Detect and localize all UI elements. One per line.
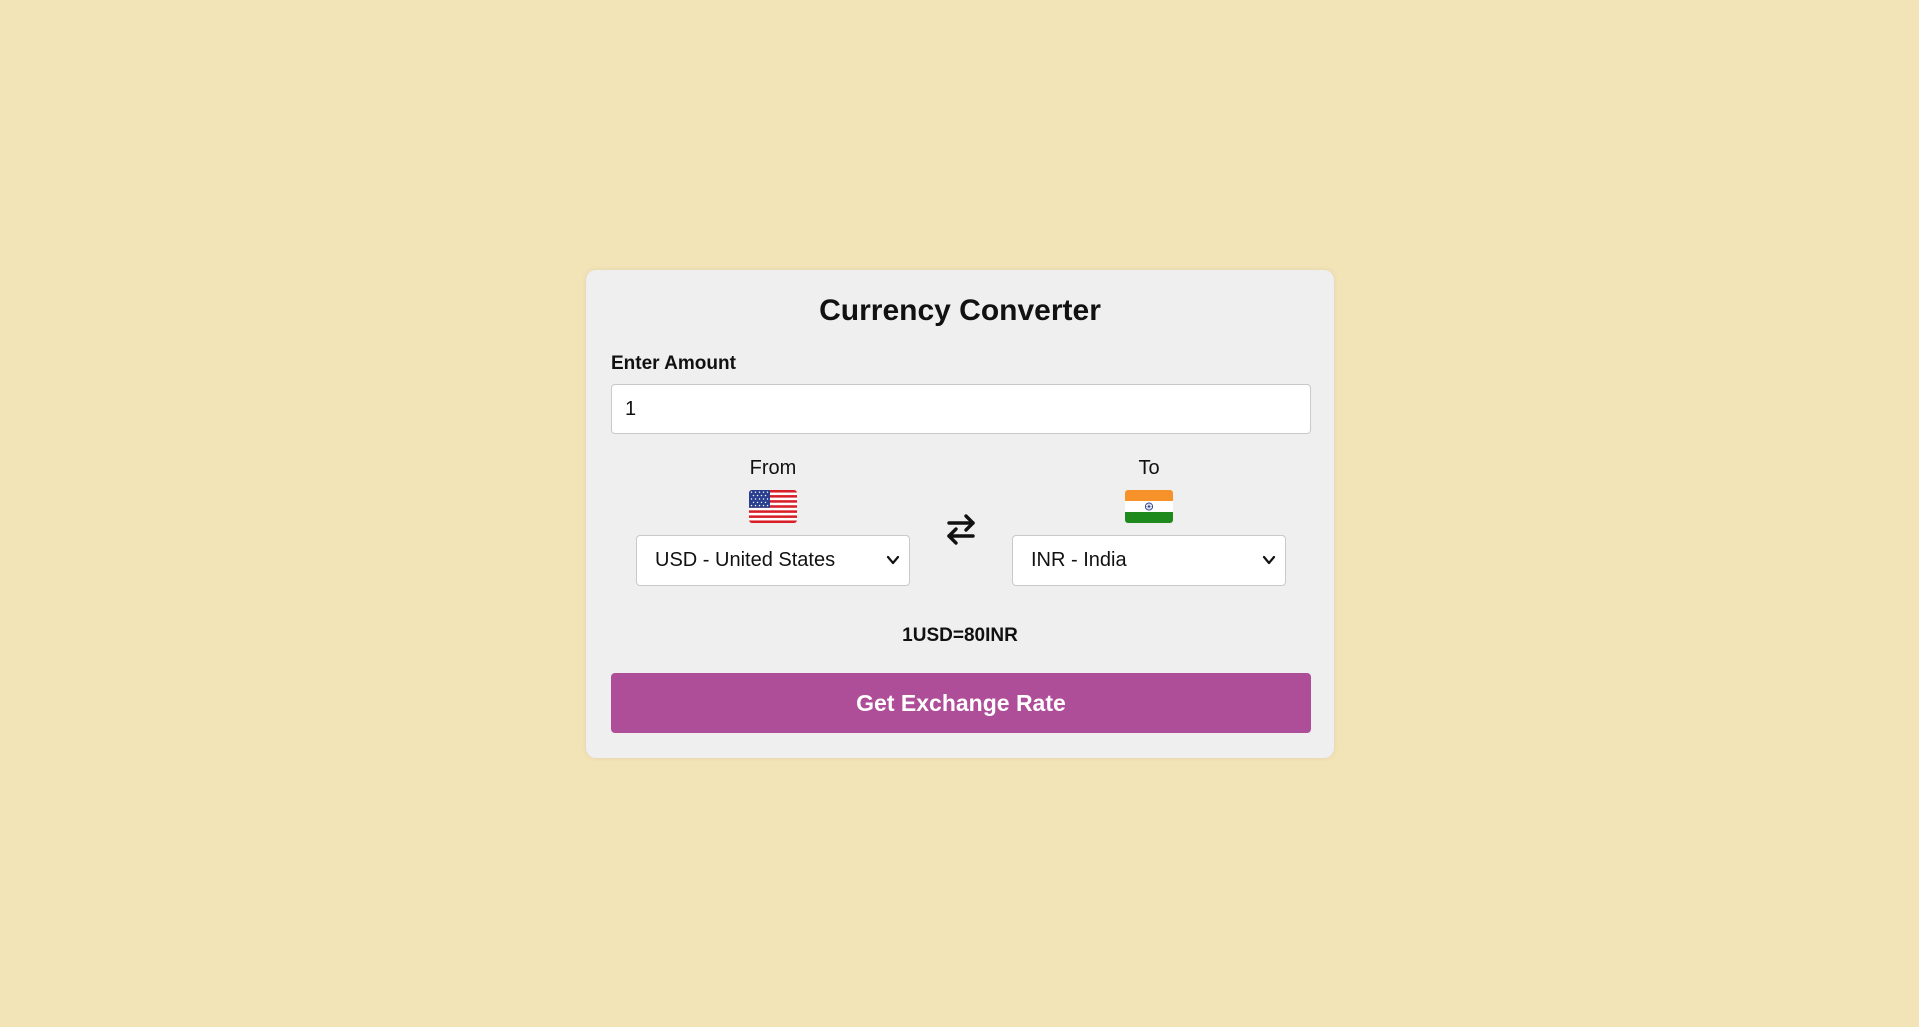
swap-arrows-icon[interactable] (940, 508, 982, 550)
amount-label: Enter Amount (611, 353, 736, 374)
get-exchange-rate-button[interactable]: Get Exchange Rate (611, 673, 1311, 733)
us-flag-icon (749, 490, 797, 523)
from-currency-value: USD - United States (655, 549, 836, 571)
to-label: To (1138, 457, 1160, 479)
page-title: Currency Converter (819, 294, 1101, 327)
from-label: From (749, 457, 797, 479)
amount-input[interactable] (611, 384, 1311, 434)
india-flag-icon (1125, 490, 1173, 523)
from-currency-group: From USD - United States (636, 456, 910, 586)
to-currency-group: To INR - India (1012, 456, 1286, 586)
converter-card: Currency Converter Enter Amount From USD… (586, 270, 1334, 758)
chevron-down-icon (886, 555, 900, 565)
from-currency-select[interactable]: USD - United States (636, 535, 910, 586)
exchange-rate-result: 1USD=80INR (902, 625, 1018, 646)
chevron-down-icon (1262, 555, 1276, 565)
to-currency-value: INR - India (1031, 549, 1127, 571)
to-currency-select[interactable]: INR - India (1012, 535, 1286, 586)
